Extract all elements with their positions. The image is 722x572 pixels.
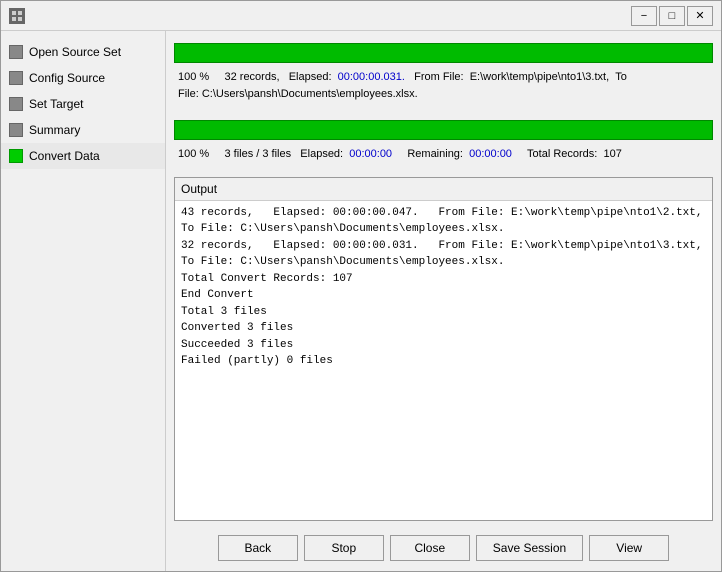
output-label: Output xyxy=(175,178,712,201)
sidebar-icon-convert-data xyxy=(9,149,23,163)
progress-2-elapsed-label: Elapsed: xyxy=(300,148,343,160)
app-icon xyxy=(9,8,25,24)
progress-1-from-value: E:\work\temp\pipe\nto1\3.txt, xyxy=(470,71,609,83)
sidebar-label-set-target: Set Target xyxy=(29,97,83,111)
progress-section-1: 100 % 32 records, Elapsed: 00:00:00.031.… xyxy=(174,39,713,108)
sidebar-label-summary: Summary xyxy=(29,123,80,137)
progress-1-to-value: File: C:\Users\pansh\Documents\employees… xyxy=(178,88,418,100)
main-content: Open Source Set Config Source Set Target… xyxy=(1,31,721,571)
sidebar-item-open-source-set[interactable]: Open Source Set xyxy=(1,39,165,65)
sidebar-icon-set-target xyxy=(9,97,23,111)
close-button[interactable]: Close xyxy=(390,535,470,561)
sidebar-label-convert-data: Convert Data xyxy=(29,149,100,163)
save-session-button[interactable]: Save Session xyxy=(476,535,583,561)
progress-1-from-label: From File: xyxy=(414,71,464,83)
title-bar-left xyxy=(9,8,25,24)
progress-1-elapsed-label: Elapsed: xyxy=(289,71,332,83)
sidebar-icon-summary xyxy=(9,123,23,137)
sidebar-item-config-source[interactable]: Config Source xyxy=(1,65,165,91)
sidebar-item-summary[interactable]: Summary xyxy=(1,117,165,143)
maximize-button[interactable]: □ xyxy=(659,6,685,26)
progress-1-elapsed-value: 00:00:00.031. xyxy=(338,71,405,83)
progress-2-percent: 100 % xyxy=(178,148,209,160)
right-panel: 100 % 32 records, Elapsed: 00:00:00.031.… xyxy=(166,31,721,571)
progress-2-total-value: 107 xyxy=(603,148,621,160)
sidebar: Open Source Set Config Source Set Target… xyxy=(1,31,166,571)
sidebar-label-open-source-set: Open Source Set xyxy=(29,45,121,59)
sidebar-item-convert-data[interactable]: Convert Data xyxy=(1,143,165,169)
progress-2-files: 3 files / 3 files xyxy=(224,148,291,160)
progress-info-2: 100 % 3 files / 3 files Elapsed: 00:00:0… xyxy=(174,144,713,165)
sidebar-icon-open-source-set xyxy=(9,45,23,59)
progress-1-records: 32 records, xyxy=(224,71,279,83)
progress-info-1: 100 % 32 records, Elapsed: 00:00:00.031.… xyxy=(174,67,713,104)
sidebar-label-config-source: Config Source xyxy=(29,71,105,85)
progress-2-remaining-value: 00:00:00 xyxy=(469,148,512,160)
minimize-button[interactable]: − xyxy=(631,6,657,26)
output-section: Output 43 records, Elapsed: 00:00:00.047… xyxy=(174,177,713,522)
back-button[interactable]: Back xyxy=(218,535,298,561)
sidebar-item-set-target[interactable]: Set Target xyxy=(1,91,165,117)
title-bar: − □ ✕ xyxy=(1,1,721,31)
progress-2-total-label: Total Records: xyxy=(527,148,597,160)
title-bar-controls: − □ ✕ xyxy=(631,6,713,26)
progress-2-remaining-label: Remaining: xyxy=(407,148,463,160)
view-button[interactable]: View xyxy=(589,535,669,561)
output-text[interactable]: 43 records, Elapsed: 00:00:00.047. From … xyxy=(175,201,712,521)
progress-1-to-label: To xyxy=(615,71,627,83)
progress-section-2: 100 % 3 files / 3 files Elapsed: 00:00:0… xyxy=(174,116,713,169)
stop-button[interactable]: Stop xyxy=(304,535,384,561)
close-window-button[interactable]: ✕ xyxy=(687,6,713,26)
progress-bar-2 xyxy=(174,120,713,140)
main-window: − □ ✕ Open Source Set Config Source Set … xyxy=(0,0,722,572)
progress-bar-1 xyxy=(174,43,713,63)
progress-1-percent: 100 % xyxy=(178,71,209,83)
footer-buttons: Back Stop Close Save Session View xyxy=(174,529,713,563)
progress-2-elapsed-value: 00:00:00 xyxy=(349,148,392,160)
sidebar-icon-config-source xyxy=(9,71,23,85)
